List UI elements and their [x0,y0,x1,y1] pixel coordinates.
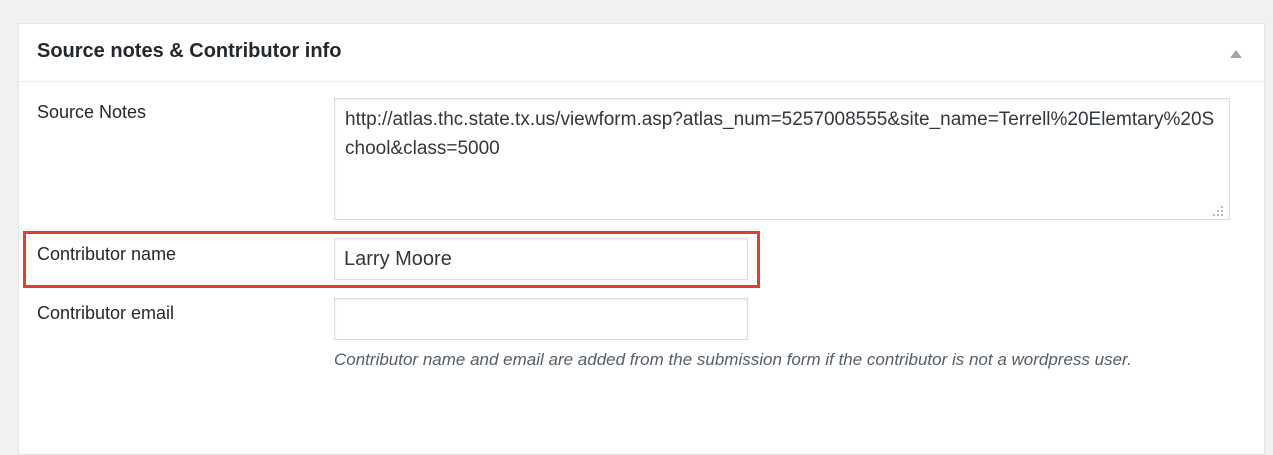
contributor-email-label: Contributor email [37,303,175,323]
metabox-title: Source notes & Contributor info [37,40,342,62]
contributor-email-input[interactable] [334,298,748,340]
resize-grip-icon[interactable] [1209,202,1225,218]
contributor-name-input[interactable] [334,238,748,280]
contributor-name-label: Contributor name [37,244,177,264]
source-notes-metabox: Source notes & Contributor info Source N… [18,23,1265,455]
source-notes-label: Source Notes [37,102,147,122]
source-notes-textarea[interactable]: http://atlas.thc.state.tx.us/viewform.as… [334,98,1230,220]
triangle-up-icon [1230,50,1242,58]
collapse-toggle-button[interactable] [1226,44,1246,64]
metabox-header[interactable]: Source notes & Contributor info [19,24,1264,82]
contributor-description: Contributor name and email are added fro… [334,350,1132,369]
